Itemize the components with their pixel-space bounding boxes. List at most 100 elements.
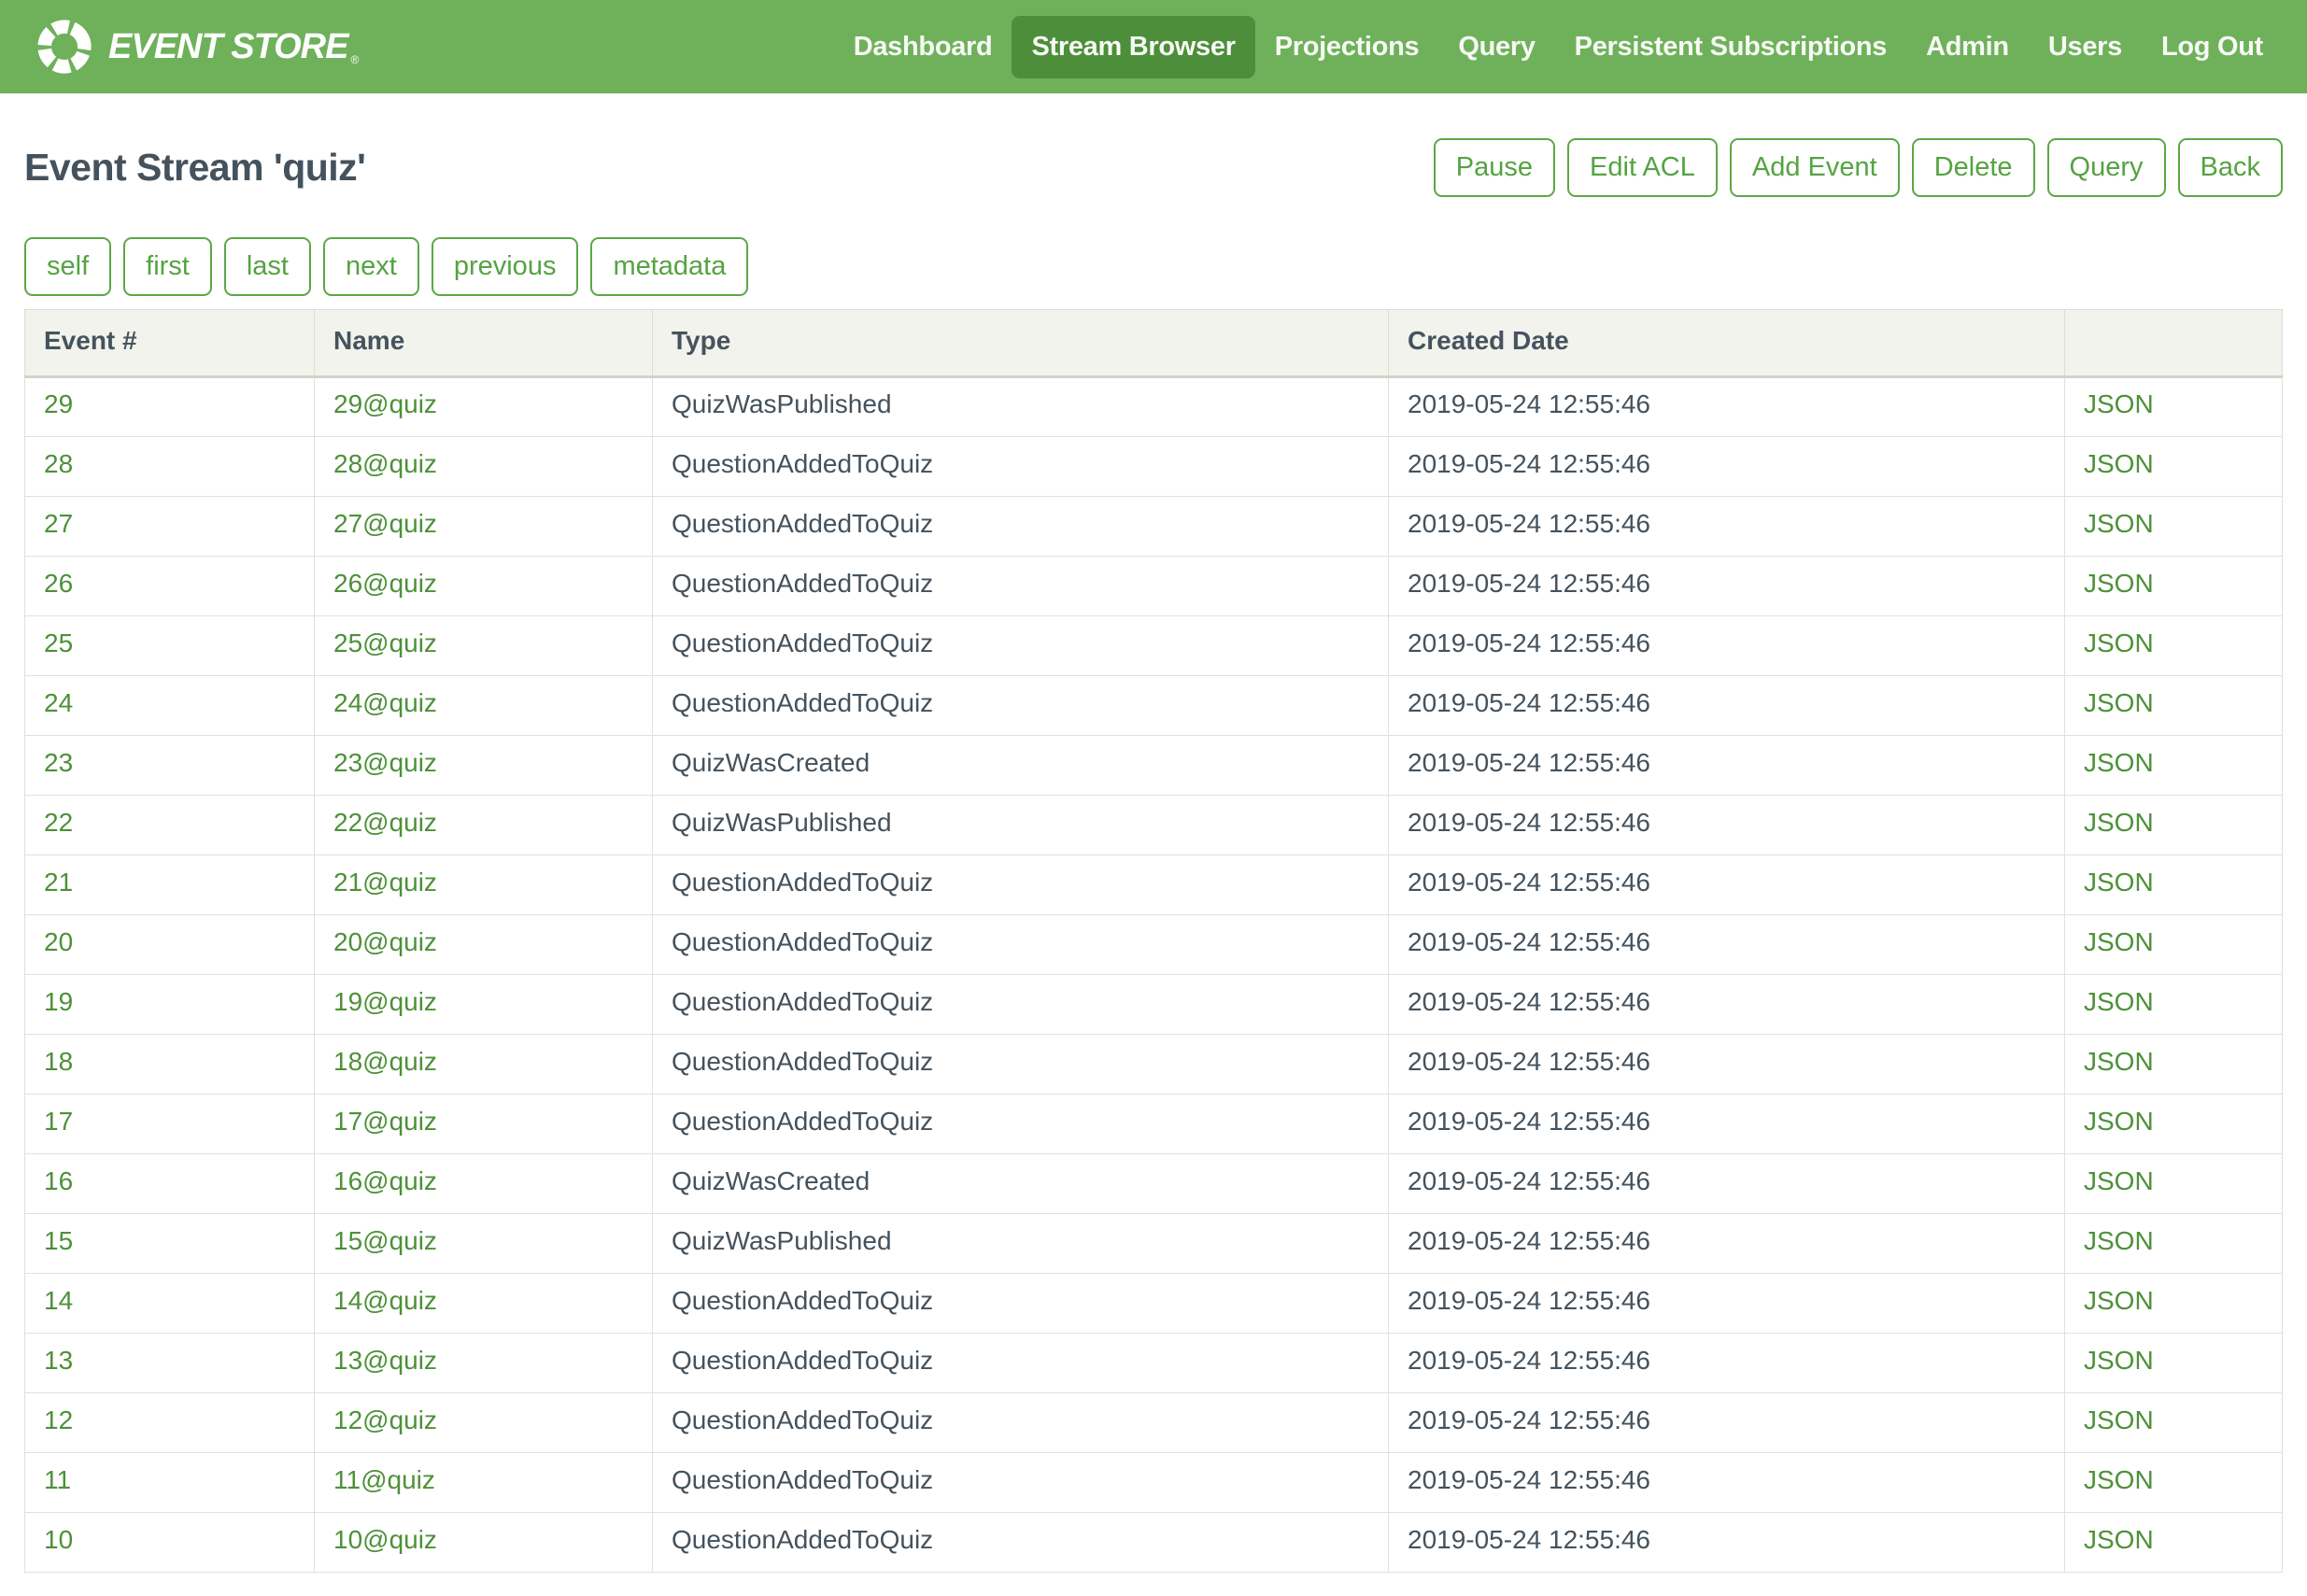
event-name-link[interactable]: 25@quiz (333, 629, 437, 657)
json-link[interactable]: JSON (2084, 808, 2154, 837)
json-link[interactable]: JSON (2084, 1346, 2154, 1375)
event-name-link[interactable]: 21@quiz (333, 868, 437, 897)
event-number-link[interactable]: 11 (44, 1465, 71, 1494)
json-link[interactable]: JSON (2084, 1107, 2154, 1136)
json-link[interactable]: JSON (2084, 629, 2154, 657)
event-name-link[interactable]: 18@quiz (333, 1047, 437, 1076)
event-name-link[interactable]: 20@quiz (333, 927, 437, 956)
nav-item[interactable]: Admin (1906, 16, 2029, 78)
json-link[interactable]: JSON (2084, 1286, 2154, 1315)
data-format-cell: JSON (2065, 1274, 2283, 1334)
event-name-link[interactable]: 12@quiz (333, 1405, 437, 1434)
event-name-link[interactable]: 17@quiz (333, 1107, 437, 1136)
data-format-cell: JSON (2065, 676, 2283, 736)
action-button[interactable]: Back (2178, 138, 2283, 197)
nav-item[interactable]: Users (2029, 16, 2142, 78)
event-number-link[interactable]: 18 (44, 1047, 73, 1076)
event-store-logo[interactable]: EVENT STORE ® (35, 18, 359, 76)
event-number-link[interactable]: 16 (44, 1166, 73, 1195)
data-format-cell: JSON (2065, 855, 2283, 915)
action-button[interactable]: Add Event (1730, 138, 1900, 197)
json-link[interactable]: JSON (2084, 449, 2154, 478)
json-link[interactable]: JSON (2084, 927, 2154, 956)
page-title: Event Stream 'quiz' (24, 146, 365, 190)
json-link[interactable]: JSON (2084, 1525, 2154, 1554)
json-link[interactable]: JSON (2084, 1047, 2154, 1076)
event-number-link[interactable]: 29 (44, 389, 73, 418)
event-name-link[interactable]: 23@quiz (333, 748, 437, 777)
nav-item[interactable]: Stream Browser (1012, 16, 1254, 78)
event-number-cell: 29 (25, 377, 315, 437)
table-row: 28 28@quiz QuestionAddedToQuiz 2019-05-2… (25, 437, 2283, 497)
event-number-link[interactable]: 10 (44, 1525, 73, 1554)
event-name-link[interactable]: 10@quiz (333, 1525, 437, 1554)
event-number-link[interactable]: 12 (44, 1405, 73, 1434)
event-name-link[interactable]: 11@quiz (333, 1465, 435, 1494)
event-name-link[interactable]: 28@quiz (333, 449, 437, 478)
stream-link-button[interactable]: metadata (590, 237, 748, 296)
event-number-link[interactable]: 19 (44, 987, 73, 1016)
event-number-link[interactable]: 22 (44, 808, 73, 837)
event-name-cell: 14@quiz (315, 1274, 653, 1334)
action-button[interactable]: Query (2047, 138, 2166, 197)
event-name-link[interactable]: 13@quiz (333, 1346, 437, 1375)
event-name-cell: 29@quiz (315, 377, 653, 437)
stream-link-button[interactable]: first (123, 237, 212, 296)
nav-item[interactable]: Log Out (2142, 16, 2283, 78)
event-number-link[interactable]: 23 (44, 748, 73, 777)
action-button[interactable]: Delete (1912, 138, 2035, 197)
event-number-link[interactable]: 26 (44, 569, 73, 598)
stream-link-button[interactable]: next (323, 237, 419, 296)
event-name-link[interactable]: 15@quiz (333, 1226, 437, 1255)
data-format-cell: JSON (2065, 736, 2283, 796)
event-name-link[interactable]: 22@quiz (333, 808, 437, 837)
stream-link-button[interactable]: previous (432, 237, 579, 296)
event-name-link[interactable]: 27@quiz (333, 509, 437, 538)
event-number-link[interactable]: 28 (44, 449, 73, 478)
stream-link-button[interactable]: self (24, 237, 111, 296)
json-link[interactable]: JSON (2084, 987, 2154, 1016)
event-number-link[interactable]: 17 (44, 1107, 73, 1136)
json-link[interactable]: JSON (2084, 1226, 2154, 1255)
data-format-cell: JSON (2065, 497, 2283, 557)
json-link[interactable]: JSON (2084, 868, 2154, 897)
created-date-cell: 2019-05-24 12:55:46 (1389, 1154, 2065, 1214)
json-link[interactable]: JSON (2084, 1465, 2154, 1494)
event-number-link[interactable]: 24 (44, 688, 73, 717)
data-format-cell: JSON (2065, 975, 2283, 1035)
event-type-cell: QuestionAddedToQuiz (653, 616, 1389, 676)
json-link[interactable]: JSON (2084, 389, 2154, 418)
event-name-link[interactable]: 26@quiz (333, 569, 437, 598)
event-number-link[interactable]: 25 (44, 629, 73, 657)
event-name-link[interactable]: 29@quiz (333, 389, 437, 418)
event-name-link[interactable]: 14@quiz (333, 1286, 437, 1315)
event-number-link[interactable]: 20 (44, 927, 73, 956)
event-name-cell: 15@quiz (315, 1214, 653, 1274)
nav-item[interactable]: Query (1438, 16, 1554, 78)
json-link[interactable]: JSON (2084, 688, 2154, 717)
table-row: 24 24@quiz QuestionAddedToQuiz 2019-05-2… (25, 676, 2283, 736)
json-link[interactable]: JSON (2084, 1405, 2154, 1434)
stream-link-button[interactable]: last (224, 237, 311, 296)
json-link[interactable]: JSON (2084, 1166, 2154, 1195)
event-number-link[interactable]: 27 (44, 509, 73, 538)
event-name-cell: 18@quiz (315, 1035, 653, 1095)
action-button[interactable]: Pause (1434, 138, 1555, 197)
event-name-link[interactable]: 16@quiz (333, 1166, 437, 1195)
json-link[interactable]: JSON (2084, 748, 2154, 777)
created-date-cell: 2019-05-24 12:55:46 (1389, 616, 2065, 676)
event-name-link[interactable]: 19@quiz (333, 987, 437, 1016)
json-link[interactable]: JSON (2084, 569, 2154, 598)
event-number-link[interactable]: 21 (44, 868, 73, 897)
nav-item[interactable]: Projections (1255, 16, 1439, 78)
nav-item[interactable]: Dashboard (834, 16, 1012, 78)
table-row: 15 15@quiz QuizWasPublished 2019-05-24 1… (25, 1214, 2283, 1274)
event-name-link[interactable]: 24@quiz (333, 688, 437, 717)
event-number-link[interactable]: 14 (44, 1286, 73, 1315)
json-link[interactable]: JSON (2084, 509, 2154, 538)
action-button[interactable]: Edit ACL (1567, 138, 1718, 197)
event-name-cell: 19@quiz (315, 975, 653, 1035)
event-number-link[interactable]: 13 (44, 1346, 73, 1375)
event-number-link[interactable]: 15 (44, 1226, 73, 1255)
nav-item[interactable]: Persistent Subscriptions (1555, 16, 1906, 78)
